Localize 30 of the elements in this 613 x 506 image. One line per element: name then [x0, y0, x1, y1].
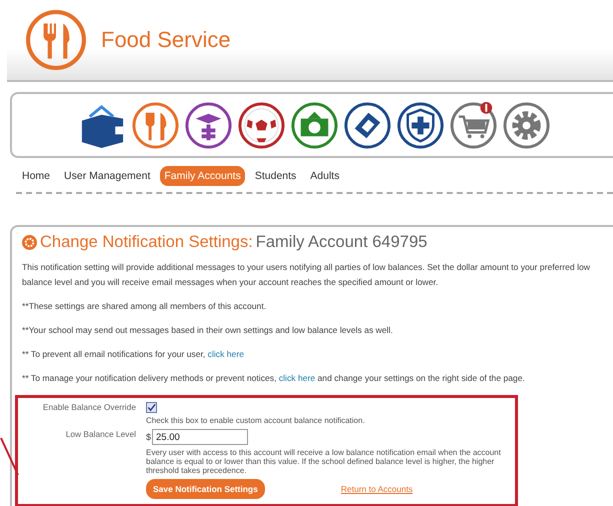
- info-text: **These settings are shared among all members of this account.: [22, 300, 268, 313]
- nav-tab[interactable]: Adults: [306, 166, 344, 186]
- nav-tab[interactable]: Home: [18, 166, 54, 186]
- cart-icon[interactable]: [449, 100, 498, 150]
- currency-symbol: $: [146, 432, 152, 442]
- ticket-icon[interactable]: [343, 100, 392, 150]
- info-text: This notification setting will provide additional messages to your users notifying all parties of low balances. Set the dollar amount to your preferred low balance level and you will receive email messages when your account reaches the specified amount or lower.: [22, 261, 591, 289]
- override-checkbox[interactable]: [146, 402, 157, 413]
- settings-icon: [22, 235, 37, 250]
- info-text: ** To manage your notification delivery methods or prevent notices, click here and change your settings on the right side of the page.: [22, 372, 526, 385]
- info-text: **Your school may send out messages based in their own settings and low balance levels as well.: [22, 324, 394, 337]
- nav-tab[interactable]: User Management: [60, 166, 154, 186]
- settings-icon[interactable]: [502, 100, 551, 150]
- field-label: Low Balance Level: [64, 429, 137, 441]
- panel-title: Change Notification Settings:: [40, 233, 253, 252]
- soccer-ball-icon[interactable]: [237, 100, 286, 150]
- help-text: Check this box to enable custom account balance notification.: [146, 416, 366, 425]
- graduation-cap-icon[interactable]: [184, 100, 233, 150]
- click-here-link[interactable]: click here: [208, 349, 244, 359]
- account-title: Family Account 649795: [256, 233, 428, 252]
- money-bill-icon[interactable]: [290, 100, 339, 150]
- app-title: Food Service: [101, 27, 231, 53]
- info-text: ** To prevent all email notifications for your user, click here: [22, 348, 245, 361]
- balance-input[interactable]: 25.00: [152, 429, 248, 445]
- fork-knife-icon: [25, 9, 87, 71]
- click-here-link[interactable]: click here: [278, 373, 316, 383]
- shield-cross-icon[interactable]: [396, 100, 445, 150]
- help-text: Every user with access to this account will receive a low balance notification email when the account balance is equal to or lower than this value. If the school defined balance level is higher, the higher threshold takes precedence.: [146, 448, 502, 475]
- nav-tab[interactable]: Students: [250, 166, 300, 186]
- field-label: Enable Balance Override: [42, 402, 137, 414]
